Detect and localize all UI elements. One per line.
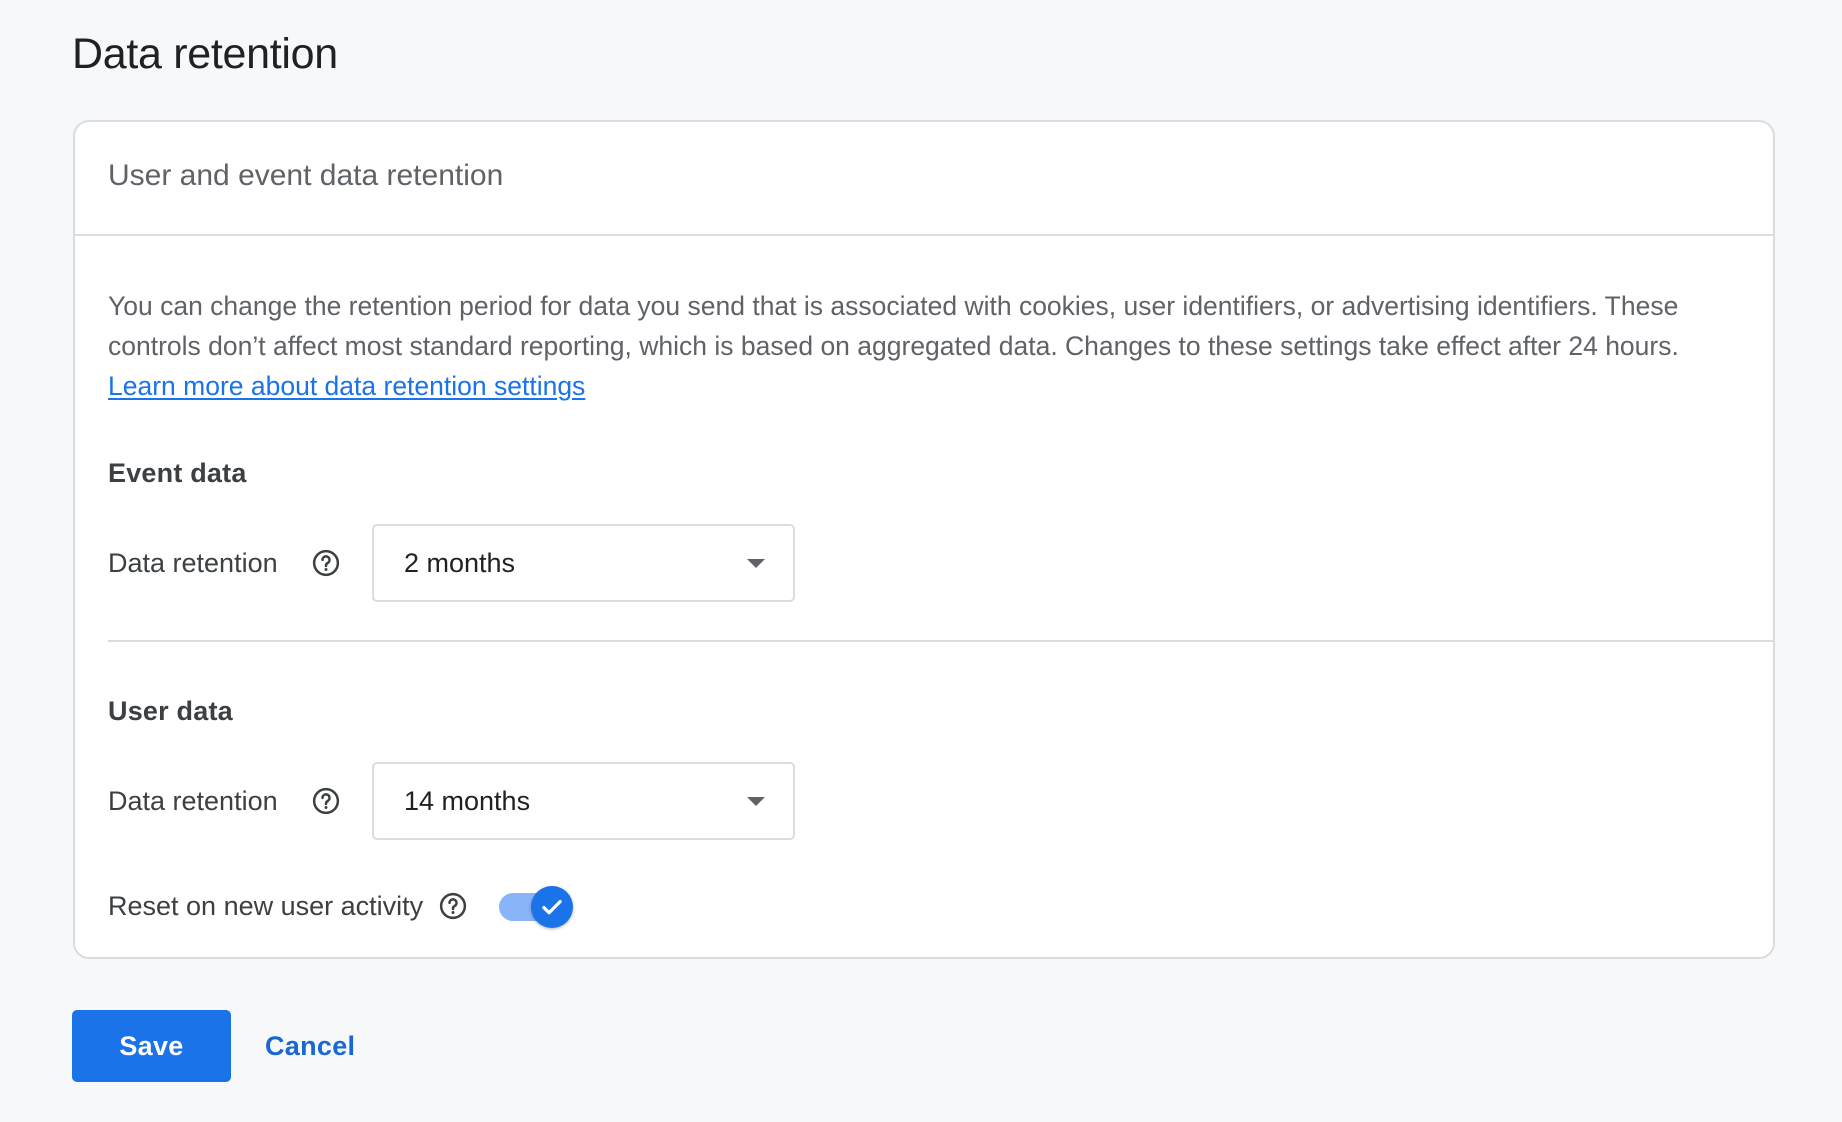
user-data-retention-row: Data retention 14 months (108, 762, 795, 840)
help-circle-icon[interactable] (437, 890, 469, 922)
learn-more-link[interactable]: Learn more about data retention settings (108, 371, 585, 401)
page-title: Data retention (72, 30, 338, 78)
user-data-heading: User data (108, 696, 233, 726)
event-data-retention-value: 2 months (404, 547, 516, 578)
section-divider (108, 640, 1773, 642)
event-data-retention-label: Data retention (108, 547, 278, 578)
reset-on-activity-row: Reset on new user activity (108, 884, 574, 928)
user-data-retention-label: Data retention (108, 785, 278, 816)
help-circle-icon[interactable] (310, 785, 342, 817)
chevron-down-icon (747, 558, 765, 568)
save-button[interactable]: Save (72, 1010, 231, 1082)
description-body: You can change the retention period for … (108, 291, 1679, 361)
user-data-retention-value: 14 months (404, 785, 531, 816)
reset-on-activity-label: Reset on new user activity (108, 890, 424, 921)
card-header: User and event data retention (75, 122, 1773, 236)
chevron-down-icon (747, 796, 765, 806)
checkmark-icon (542, 899, 562, 915)
user-data-retention-select[interactable]: 14 months (372, 762, 795, 840)
toggle-thumb (531, 886, 574, 928)
help-circle-icon[interactable] (310, 547, 342, 579)
description-text: You can change the retention period for … (108, 286, 1748, 406)
reset-on-activity-toggle[interactable] (499, 884, 574, 928)
event-data-heading: Event data (108, 458, 247, 488)
event-data-retention-select[interactable]: 2 months (372, 524, 795, 602)
card-title: User and event data retention (108, 159, 504, 192)
retention-card: User and event data retention You can ch… (73, 120, 1775, 959)
event-data-retention-row: Data retention 2 months (108, 524, 795, 602)
cancel-button[interactable]: Cancel (250, 1010, 370, 1082)
